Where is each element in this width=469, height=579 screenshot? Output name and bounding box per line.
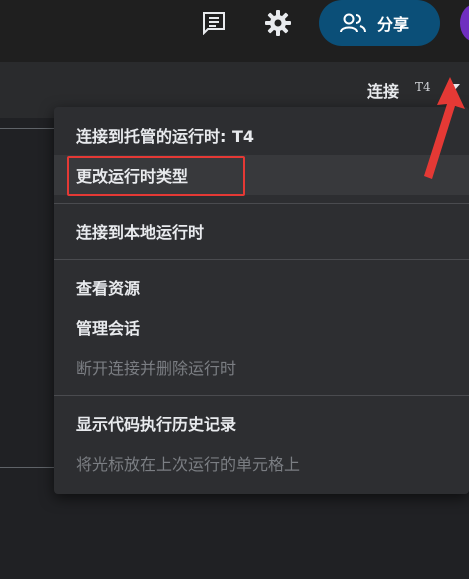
menu-item-manage-sessions[interactable]: 管理会话 <box>54 307 469 347</box>
menu-divider <box>54 259 469 260</box>
menu-item-connect-hosted[interactable]: 连接到托管的运行时: T4 <box>54 115 469 155</box>
menu-item-label: 断开连接并删除运行时 <box>76 359 237 378</box>
people-icon <box>340 13 366 33</box>
menu-item-label: 连接到本地运行时 <box>76 223 205 242</box>
gear-icon[interactable] <box>261 6 295 40</box>
menu-item-label: 将光标放在上次运行的单元格上 <box>76 455 301 474</box>
panel-divider <box>0 128 54 129</box>
menu-divider <box>54 203 469 204</box>
menu-item-label: 管理会话 <box>76 319 141 338</box>
annotation-highlight-box <box>67 156 245 196</box>
comment-icon[interactable] <box>197 6 231 40</box>
menu-item-disconnect-delete: 断开连接并删除运行时 <box>54 347 469 387</box>
menu-item-view-resources[interactable]: 查看资源 <box>54 267 469 307</box>
menu-item-label: 连接到托管的运行时: T4 <box>76 127 255 146</box>
menu-divider <box>54 395 469 396</box>
menu-item-show-exec-history[interactable]: 显示代码执行历史记录 <box>54 403 469 443</box>
menu-item-label: 查看资源 <box>76 279 141 298</box>
share-label: 分享 <box>377 15 410 34</box>
annotation-arrow-icon <box>424 77 465 179</box>
menu-item-goto-last-cell: 将光标放在上次运行的单元格上 <box>54 443 469 483</box>
panel-divider <box>0 467 54 468</box>
share-button[interactable]: 分享 <box>319 0 440 46</box>
connect-button[interactable]: 连接 <box>367 78 399 102</box>
menu-item-connect-local[interactable]: 连接到本地运行时 <box>54 211 469 251</box>
menu-item-label: 显示代码执行历史记录 <box>76 415 237 434</box>
